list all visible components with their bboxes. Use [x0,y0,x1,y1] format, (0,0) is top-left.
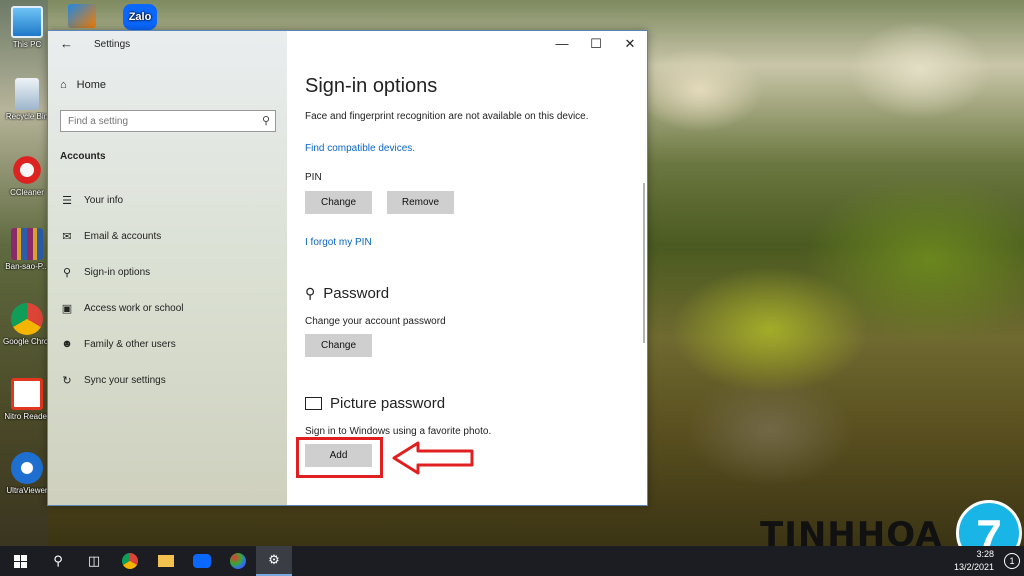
section-heading: Accounts [60,151,106,162]
arrow-annotation-icon [392,441,474,475]
sync-icon: ↻ [62,374,72,387]
sidebar-item-label: Sync your settings [84,374,166,386]
picture-password-description: Sign in to Windows using a favorite phot… [305,426,492,437]
window-title: Settings [94,39,131,50]
chrome-icon [11,303,43,335]
taskbar-file-explorer[interactable] [148,546,184,576]
sidebar-item-sync-settings[interactable]: ↻ Sync your settings [60,371,166,389]
desktop-icon-google-chrome[interactable]: Google Chrome [2,303,52,346]
password-change-button[interactable]: Change [305,334,372,357]
back-arrow-icon[interactable]: ← [60,36,73,51]
ccleaner-icon [11,154,43,186]
person-card-icon: ☰ [62,194,72,207]
maximize-button[interactable]: ☐ [579,31,613,57]
page-title: Sign-in options [305,75,438,97]
clock-time: 3:28 [976,549,994,559]
person-plus-icon: ☻ [61,338,73,350]
notification-icon[interactable]: 1 [1004,553,1020,569]
scrollbar[interactable] [643,183,645,343]
desktop-icon-this-pc[interactable]: This PC [2,6,52,49]
winrar-icon [11,228,43,260]
search-icon[interactable]: ⚲ [262,114,270,127]
pin-label: PIN [305,172,322,183]
search-input[interactable] [61,111,251,132]
app-icon [68,4,96,28]
desktop-icon-zalo[interactable]: Zalo [118,4,162,32]
briefcase-icon: ▣ [61,302,73,315]
key-icon: ⚲ [305,285,316,301]
forgot-pin-link[interactable]: I forgot my PIN [305,237,372,248]
chrome-icon [122,553,138,569]
start-button[interactable] [0,546,40,576]
taskbar-zalo[interactable] [184,546,220,576]
desktop-icon-ccleaner[interactable]: CCleaner [2,154,52,197]
sidebar-item-label: Email & accounts [84,230,162,242]
windows-logo-icon [13,554,27,568]
key-icon: ⚲ [62,266,72,279]
folder-icon [158,555,174,567]
pin-remove-button[interactable]: Remove [387,191,454,214]
picture-password-title: Picture password [330,395,446,412]
taskbar-chrome[interactable] [112,546,148,576]
taskbar-settings[interactable]: ⚙ [256,546,292,576]
taskbar-search-button[interactable]: ⚲ [40,546,76,576]
find-compatible-devices-link[interactable]: Find compatible devices. [305,143,415,154]
picture-icon [305,397,322,410]
recycle-bin-icon [15,78,39,110]
face-fingerprint-text: Face and fingerprint recognition are not… [305,111,589,122]
sidebar-item-email-accounts[interactable]: ✉ Email & accounts [60,227,161,245]
task-view-button[interactable]: ◫ [76,546,112,576]
paint-icon [230,553,246,569]
desktop-icon-nitro-reader[interactable]: Nitro Reader [2,378,52,421]
pin-change-button[interactable]: Change [305,191,372,214]
desktop-icon-recycle-bin[interactable]: Recycle Bin [2,78,52,121]
desktop-icon-winrar-archive[interactable]: Ban-sao-P... [2,228,52,271]
nitro-icon [11,378,43,410]
search-icon: ⚲ [53,553,63,568]
settings-window: ← Settings ⌂ Home ⚲ Accounts ☰ Your info… [47,30,648,506]
minimize-button[interactable]: — [545,31,579,57]
highlight-box-annotation [296,437,383,478]
zalo-icon: Zalo [123,4,157,30]
mail-icon: ✉ [62,230,72,243]
sidebar-item-label: Family & other users [84,338,176,350]
password-section-heading: ⚲ Password [305,285,389,302]
search-box: ⚲ [60,110,276,132]
sidebar-item-access-work[interactable]: ▣ Access work or school [60,299,184,317]
sidebar-item-label: Sign-in options [84,266,151,278]
gear-icon: ⚙ [268,552,280,567]
title-bar: ← Settings [48,31,287,57]
settings-content: — ☐ ✕ Sign-in options Face and fingerpri… [287,31,647,505]
task-view-icon: ◫ [87,553,101,568]
sidebar-item-your-info[interactable]: ☰ Your info [60,191,123,209]
home-icon: ⌂ [60,79,67,91]
sidebar-item-label: Access work or school [84,302,184,314]
password-title: Password [323,285,390,302]
taskbar: ⚲ ◫ ⚙ 3:28 13/2/2021 1 [0,546,1024,576]
ultraviewer-icon [11,452,43,484]
sidebar-item-label: Your info [84,194,124,206]
settings-sidebar: ← Settings ⌂ Home ⚲ Accounts ☰ Your info… [48,31,287,505]
close-button[interactable]: ✕ [613,31,647,57]
password-description: Change your account password [305,316,446,327]
zalo-icon [193,554,211,568]
picture-password-section-heading: Picture password [305,395,445,412]
nav-home[interactable]: ⌂ Home [60,79,106,91]
window-controls: — ☐ ✕ [545,31,647,57]
sidebar-item-sign-in-options[interactable]: ⚲ Sign-in options [60,263,150,281]
nav-home-label: Home [76,79,106,91]
taskbar-paint[interactable] [220,546,256,576]
desktop-icon-ultraviewer[interactable]: UltraViewer [2,452,52,495]
taskbar-clock[interactable]: 3:28 13/2/2021 [954,548,994,574]
clock-date: 13/2/2021 [953,562,994,572]
sidebar-item-family-users[interactable]: ☻ Family & other users [60,335,176,353]
monitor-icon [11,6,43,38]
desktop-icon-app[interactable] [62,4,102,30]
